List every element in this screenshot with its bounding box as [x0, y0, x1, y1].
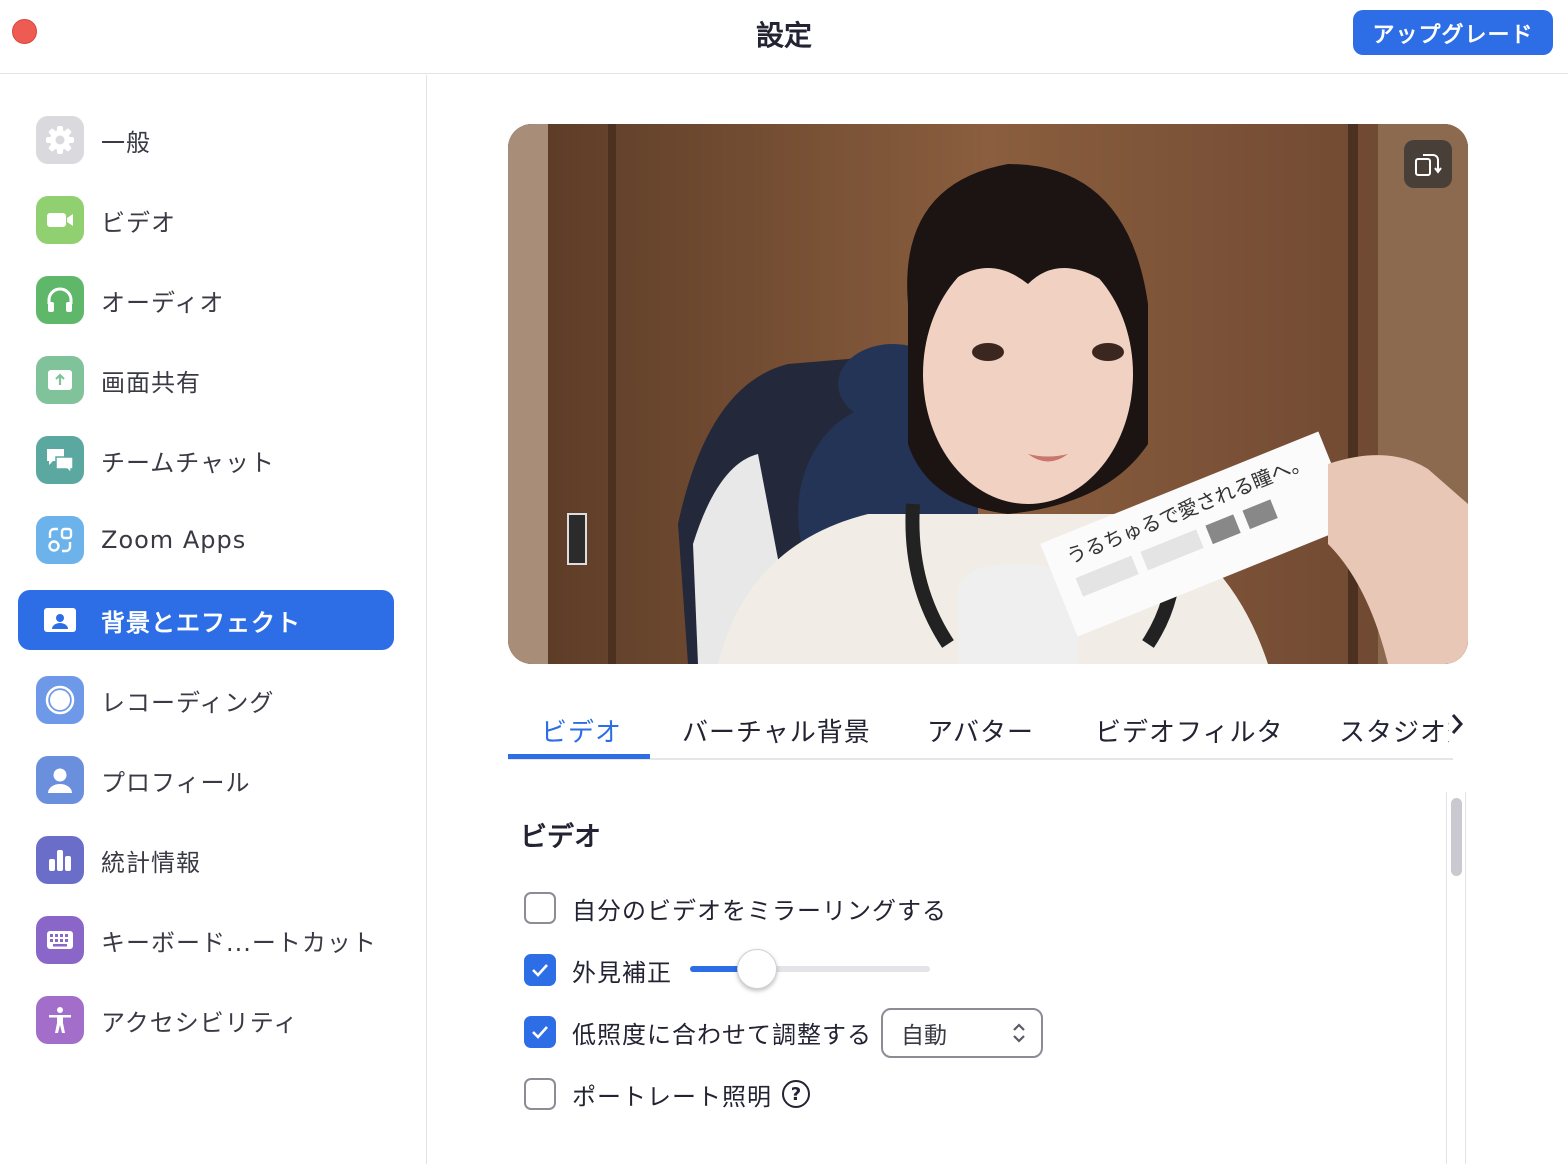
sidebar-item-label: 背景とエフェクト — [101, 608, 301, 637]
mirror-video-option: 自分のビデオをミラーリングする — [524, 891, 947, 925]
sidebar-item-label: 画面共有 — [101, 368, 201, 397]
sidebar-item-label: Zoom Apps — [101, 526, 247, 554]
sidebar-item-label: 統計情報 — [101, 848, 201, 877]
camera-preview-image: うるちゅるで愛される瞳へ。 — [508, 124, 1468, 664]
scrollbar[interactable] — [1446, 792, 1466, 1164]
portrait-lighting-checkbox[interactable] — [524, 1078, 556, 1110]
profile-icon — [36, 756, 84, 804]
settings-content: うるちゅるで愛される瞳へ。 ビデオ バーチャル背景 アバター ビデオフィルタ ス… — [428, 75, 1568, 1164]
sidebar-item-label: チームチャット — [101, 448, 276, 477]
low-light-checkbox[interactable] — [524, 1016, 556, 1048]
camera-preview: うるちゅるで愛される瞳へ。 — [508, 124, 1468, 664]
low-light-mode-select[interactable]: 自動 — [881, 1008, 1043, 1058]
keyboard-icon — [36, 916, 84, 964]
tab-studio-effects[interactable]: スタジオ効 — [1339, 712, 1449, 749]
sidebar-item-general[interactable]: 一般 — [18, 110, 394, 170]
sidebar-item-label: ビデオ — [101, 208, 176, 237]
mirror-video-label: 自分のビデオをミラーリングする — [572, 896, 947, 925]
effects-tabs: ビデオ バーチャル背景 アバター ビデオフィルタ スタジオ効 — [508, 690, 1464, 760]
accessibility-icon — [36, 996, 84, 1044]
active-tab-indicator — [508, 754, 650, 759]
sidebar-item-accessibility[interactable]: アクセシビリティ — [18, 990, 394, 1050]
checkmark-icon — [532, 964, 548, 977]
share-screen-icon — [36, 356, 84, 404]
sidebar-item-team-chat[interactable]: チームチャット — [18, 430, 394, 490]
sidebar-item-label: アクセシビリティ — [101, 1008, 299, 1037]
sidebar-item-label: プロフィール — [101, 768, 251, 797]
sidebar-item-recording[interactable]: レコーディング — [18, 670, 394, 730]
sidebar-item-label: 一般 — [101, 128, 151, 157]
tab-avatar[interactable]: アバター — [927, 712, 1034, 749]
touch-up-label: 外見補正 — [572, 958, 672, 987]
up-down-chevron-icon — [1013, 1023, 1025, 1043]
chevron-right-icon[interactable] — [1450, 710, 1464, 743]
tab-virtual-background[interactable]: バーチャル背景 — [682, 712, 871, 749]
low-light-label: 低照度に合わせて調整する — [572, 1020, 872, 1049]
help-icon[interactable]: ? — [782, 1080, 810, 1108]
sidebar-item-label: オーディオ — [101, 288, 225, 317]
sidebar-item-audio[interactable]: オーディオ — [18, 270, 394, 330]
portrait-lighting-label: ポートレート照明 — [572, 1082, 772, 1111]
sidebar-item-zoom-apps[interactable]: Zoom Apps — [18, 510, 394, 570]
sidebar-item-video[interactable]: ビデオ — [18, 190, 394, 250]
statistics-icon — [36, 836, 84, 884]
low-light-option: 低照度に合わせて調整する — [524, 1015, 872, 1049]
touch-up-option: 外見補正 — [524, 953, 672, 987]
window-title: 設定 — [755, 19, 812, 52]
gear-icon — [36, 116, 84, 164]
title-bar: 設定 アップグレード — [0, 0, 1568, 74]
settings-sidebar: 一般 ビデオ オーディオ 画面共有 チームチャット Zoom Apps 背景とエ… — [0, 75, 427, 1164]
low-light-mode-value: 自動 — [901, 1023, 947, 1049]
video-camera-icon — [36, 196, 84, 244]
apps-icon — [36, 516, 84, 564]
sidebar-item-label: キーボード...ートカット — [101, 928, 377, 957]
sidebar-item-background-effects[interactable]: 背景とエフェクト — [18, 590, 394, 650]
tab-video[interactable]: ビデオ — [541, 712, 622, 749]
chat-bubbles-icon — [36, 436, 84, 484]
sidebar-item-share-screen[interactable]: 画面共有 — [18, 350, 394, 410]
mirror-video-checkbox[interactable] — [524, 892, 556, 924]
checkmark-icon — [532, 1026, 548, 1039]
rotate-camera-button[interactable] — [1404, 140, 1452, 188]
background-portrait-icon — [36, 596, 84, 644]
headphones-icon — [36, 276, 84, 324]
rotate-camera-icon — [1415, 154, 1442, 176]
tab-video-filter[interactable]: ビデオフィルタ — [1095, 712, 1283, 749]
portrait-lighting-option: ポートレート照明 — [524, 1077, 772, 1111]
upgrade-button[interactable]: アップグレード — [1353, 10, 1553, 55]
touch-up-slider-thumb[interactable] — [737, 949, 777, 989]
touch-up-checkbox[interactable] — [524, 954, 556, 986]
sidebar-item-keyboard-shortcuts[interactable]: キーボード...ートカット — [18, 910, 394, 970]
sidebar-item-profile[interactable]: プロフィール — [18, 750, 394, 810]
sidebar-item-statistics[interactable]: 統計情報 — [18, 830, 394, 890]
record-icon — [36, 676, 84, 724]
touch-up-slider[interactable] — [690, 949, 930, 989]
sidebar-item-label: レコーディング — [101, 688, 275, 717]
scrollbar-thumb[interactable] — [1451, 798, 1462, 876]
section-title: ビデオ — [520, 822, 601, 853]
